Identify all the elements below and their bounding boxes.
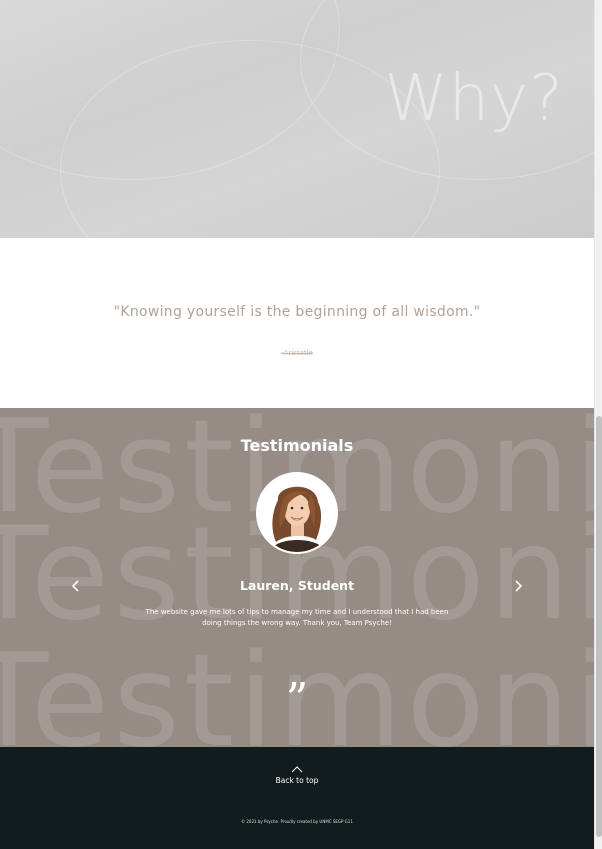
quote-text: "Knowing yourself is the beginning of al…: [113, 304, 481, 320]
back-to-top-link[interactable]: Back to top: [247, 765, 347, 791]
avatar-photo: [258, 474, 336, 552]
testimonials-section: Testimonials Testimonials Testimonials T…: [0, 408, 594, 747]
testimonials-heading: Testimonials: [240, 436, 354, 455]
footer: Back to top © 2021 by Psyche. Proudly cr…: [0, 747, 594, 849]
back-to-top-label: Back to top: [275, 776, 319, 785]
scrollbar-thumb[interactable]: [596, 416, 602, 837]
avatar: [256, 472, 338, 554]
copyright-text: © 2021 by Psyche. Proudly created by UNM…: [241, 819, 353, 824]
hero-section: Why?: [0, 0, 594, 238]
chevron-up-icon: [291, 766, 303, 773]
hero-title: Why?: [384, 62, 564, 136]
quote-author: -Aristotle: [281, 349, 313, 357]
quote-section: "Knowing yourself is the beginning of al…: [0, 238, 594, 408]
page: Why? "Knowing yourself is the beginning …: [0, 0, 594, 849]
testimonial-text: The website gave me lots of tips to mana…: [145, 608, 449, 627]
page-scrollbar[interactable]: [594, 0, 602, 849]
testimonial-name: Lauren, Student: [239, 578, 355, 593]
quote-mark-icon: ”: [285, 674, 309, 725]
